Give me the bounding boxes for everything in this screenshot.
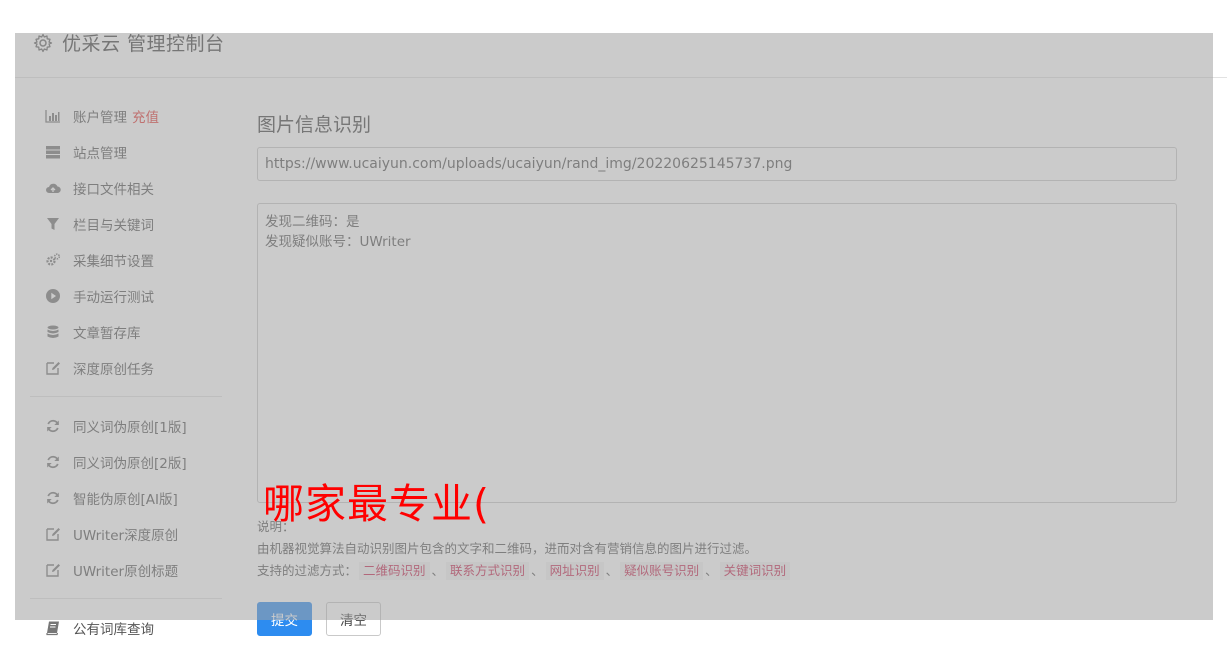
edit-icon bbox=[44, 525, 62, 543]
sidebar-item-columns-keywords[interactable]: 栏目与关键词 bbox=[30, 206, 222, 242]
sidebar-item-article-storage[interactable]: 文章暂存库 bbox=[30, 314, 222, 350]
sidebar-item-label: 智能伪原创[AI版] bbox=[73, 492, 178, 508]
result-line: 发现二维码：是 bbox=[265, 214, 360, 230]
database-icon bbox=[44, 323, 62, 341]
sidebar-item-collect-settings[interactable]: 采集细节设置 bbox=[30, 242, 222, 278]
method-tag: 关键词识别 bbox=[719, 562, 791, 580]
page: 优采云 管理控制台 账户管理 充值 站点管理 接口文件相关 栏目与关键词 采集细… bbox=[0, 0, 1227, 653]
main-content: 图片信息识别 发现二维码：是发现疑似账号：UWriter 说明： 由机器视觉算法… bbox=[257, 98, 1177, 636]
sidebar-item-label: 同义词伪原创[2版] bbox=[73, 456, 187, 472]
book-icon bbox=[44, 619, 62, 637]
method-tag: 联系方式识别 bbox=[446, 562, 530, 580]
edit-icon bbox=[44, 561, 62, 579]
action-buttons: 提交 清空 bbox=[257, 602, 381, 636]
sidebar-item-public-dictionary[interactable]: 公有词库查询 bbox=[30, 610, 222, 646]
server-icon bbox=[44, 143, 62, 161]
notes-description: 由机器视觉算法自动识别图片包含的文字和二维码，进而对含有营销信息的图片进行过滤。 bbox=[257, 541, 758, 556]
sidebar-item-label: 公有词库查询 bbox=[73, 622, 154, 638]
filter-methods-row: 支持的过滤方式： 二维码识别、联系方式识别、网址识别、疑似账号识别、关键词识别 bbox=[257, 560, 792, 582]
separator: 、 bbox=[705, 563, 718, 578]
sidebar-item-label: 站点管理 bbox=[73, 146, 127, 162]
image-url-input[interactable] bbox=[257, 147, 1177, 181]
sidebar-divider bbox=[30, 598, 222, 599]
sidebar-item-deep-original[interactable]: 深度原创任务 bbox=[30, 350, 222, 386]
filter-icon bbox=[44, 215, 62, 233]
sidebar-item-label: UWriter原创标题 bbox=[73, 564, 179, 580]
sidebar-item-label: 深度原创任务 bbox=[73, 362, 154, 378]
overlay-caption: 哪家最专业( bbox=[263, 480, 490, 528]
cloud-upload-icon bbox=[44, 179, 62, 197]
sidebar-divider bbox=[30, 396, 222, 397]
refresh-icon bbox=[44, 453, 62, 471]
clear-button[interactable]: 清空 bbox=[326, 602, 381, 636]
sidebar-item-account[interactable]: 账户管理 充值 bbox=[30, 98, 222, 134]
sidebar-item-interface-files[interactable]: 接口文件相关 bbox=[30, 170, 222, 206]
separator: 、 bbox=[605, 563, 619, 578]
sidebar-item-label: 账户管理 bbox=[73, 110, 127, 126]
method-tag: 网址识别 bbox=[545, 562, 604, 580]
refresh-icon bbox=[44, 417, 62, 435]
play-circle-icon bbox=[44, 287, 62, 305]
submit-button[interactable]: 提交 bbox=[257, 602, 312, 636]
bar-chart-icon bbox=[44, 107, 62, 125]
top-header: 优采云 管理控制台 bbox=[15, 8, 1227, 78]
filter-methods-label: 支持的过滤方式： bbox=[257, 563, 358, 578]
sidebar-item-label: 采集细节设置 bbox=[73, 254, 154, 270]
page-title: 优采云 管理控制台 bbox=[62, 33, 225, 55]
edit-icon bbox=[44, 359, 62, 377]
separator: 、 bbox=[531, 563, 544, 578]
sidebar-item-sites[interactable]: 站点管理 bbox=[30, 134, 222, 170]
sidebar-item-label: 同义词伪原创[1版] bbox=[73, 420, 187, 436]
section-title: 图片信息识别 bbox=[257, 114, 372, 136]
method-tag: 疑似账号识别 bbox=[620, 562, 704, 580]
sidebar-item-label: UWriter深度原创 bbox=[73, 528, 179, 544]
refresh-icon bbox=[44, 489, 62, 507]
sidebar-item-label: 接口文件相关 bbox=[73, 182, 154, 198]
result-line: 发现疑似账号：UWriter bbox=[265, 234, 411, 250]
sidebar-item-synonym-v1[interactable]: 同义词伪原创[1版] bbox=[30, 408, 222, 444]
sidebar: 账户管理 充值 站点管理 接口文件相关 栏目与关键词 采集细节设置 手动运行测试… bbox=[30, 98, 222, 646]
sidebar-item-uwriter-deep[interactable]: UWriter深度原创 bbox=[30, 516, 222, 552]
sidebar-item-ai-pseudo[interactable]: 智能伪原创[AI版] bbox=[30, 480, 222, 516]
sidebar-item-label: 文章暂存库 bbox=[73, 326, 141, 342]
sidebar-item-synonym-v2[interactable]: 同义词伪原创[2版] bbox=[30, 444, 222, 480]
sidebar-item-manual-test[interactable]: 手动运行测试 bbox=[30, 278, 222, 314]
result-textarea[interactable]: 发现二维码：是发现疑似账号：UWriter bbox=[257, 203, 1177, 503]
cogs-icon bbox=[44, 251, 62, 269]
sidebar-item-label: 手动运行测试 bbox=[73, 290, 154, 306]
method-tag: 二维码识别 bbox=[359, 562, 430, 580]
recharge-link[interactable]: 充值 bbox=[132, 106, 159, 126]
separator: 、 bbox=[431, 563, 445, 578]
sidebar-item-uwriter-title[interactable]: UWriter原创标题 bbox=[30, 552, 222, 588]
sidebar-item-label: 栏目与关键词 bbox=[73, 218, 154, 234]
gear-icon bbox=[33, 33, 53, 53]
